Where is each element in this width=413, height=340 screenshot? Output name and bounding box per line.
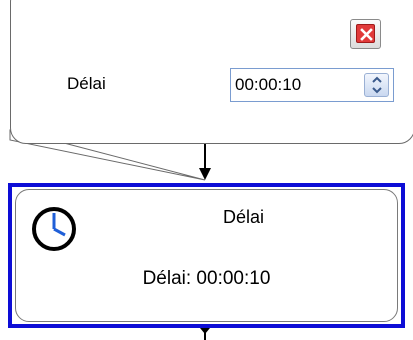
spin-up-button[interactable] xyxy=(365,74,388,85)
node-summary: Délai: 00:00:10 xyxy=(142,268,271,289)
close-icon xyxy=(356,24,375,43)
node-title: Délai xyxy=(222,207,265,227)
close-button[interactable] xyxy=(350,19,381,49)
delay-time-field[interactable] xyxy=(230,68,394,102)
spin-down-button[interactable] xyxy=(365,85,388,96)
delay-settings-popup: Délai xyxy=(10,0,413,144)
delay-label: Délai xyxy=(67,74,106,93)
chevron-up-icon xyxy=(372,76,382,83)
delay-time-input[interactable] xyxy=(235,69,345,101)
delay-node-body: Délai Délai: 00:00:10 xyxy=(15,189,398,322)
time-spinner[interactable] xyxy=(364,73,389,97)
chevron-down-icon xyxy=(372,87,382,94)
delay-node[interactable]: Délai Délai: 00:00:10 xyxy=(8,183,405,328)
